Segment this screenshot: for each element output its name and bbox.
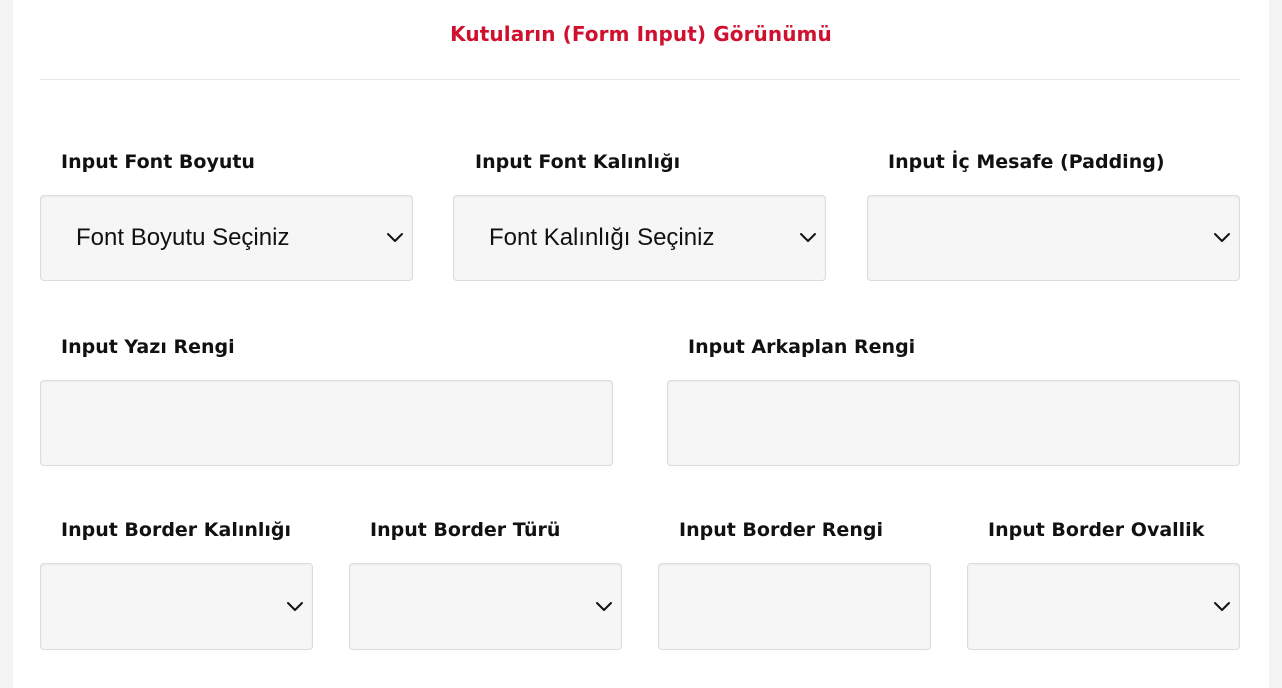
border-style-label: Input Border Türü xyxy=(370,519,561,541)
border-radius-select[interactable] xyxy=(967,563,1240,650)
text-color-label: Input Yazı Rengi xyxy=(61,336,235,358)
border-width-label: Input Border Kalınlığı xyxy=(61,519,292,541)
padding-select[interactable] xyxy=(867,195,1240,281)
font-weight-label: Input Font Kalınlığı xyxy=(475,151,681,173)
font-size-select[interactable]: Font Boyutu Seçiniz xyxy=(40,195,413,281)
text-color-input[interactable] xyxy=(40,380,613,466)
border-color-input[interactable] xyxy=(658,563,931,650)
background-color-label: Input Arkaplan Rengi xyxy=(688,336,916,358)
font-size-select-value: Font Boyutu Seçiniz xyxy=(76,224,290,251)
chevron-down-icon xyxy=(1214,233,1230,242)
border-width-select[interactable] xyxy=(40,563,313,650)
padding-label: Input İç Mesafe (Padding) xyxy=(888,151,1165,173)
border-radius-label: Input Border Ovallik xyxy=(988,519,1205,541)
chevron-down-icon xyxy=(1214,601,1230,611)
title-divider xyxy=(40,79,1240,80)
chevron-down-icon xyxy=(287,601,303,611)
chevron-down-icon xyxy=(596,601,612,611)
chevron-down-icon xyxy=(800,233,816,242)
chevron-down-icon xyxy=(387,233,403,242)
border-style-select[interactable] xyxy=(349,563,622,650)
section-title: Kutuların (Form Input) Görünümü xyxy=(450,22,832,46)
font-size-label: Input Font Boyutu xyxy=(61,151,255,173)
font-weight-select-value: Font Kalınlığı Seçiniz xyxy=(489,224,715,251)
font-weight-select[interactable]: Font Kalınlığı Seçiniz xyxy=(453,195,826,281)
background-color-input[interactable] xyxy=(667,380,1240,466)
border-color-label: Input Border Rengi xyxy=(679,519,883,541)
